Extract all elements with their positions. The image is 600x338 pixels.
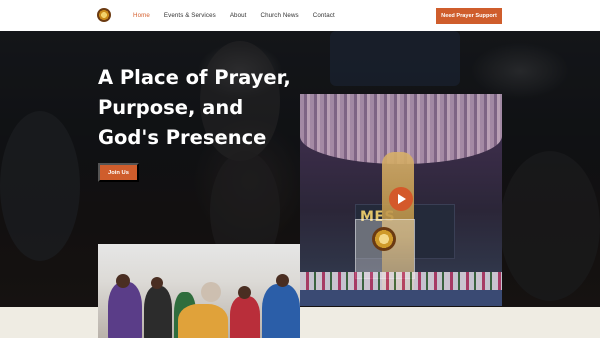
nav-church-news[interactable]: Church News	[261, 12, 299, 19]
congregant-head	[201, 282, 221, 302]
congregation-photo	[98, 244, 300, 338]
main-nav: Home Events & Services About Church News…	[133, 0, 335, 31]
join-us-button[interactable]: Join Us	[98, 163, 139, 182]
congregant-head	[238, 286, 251, 299]
nav-about[interactable]: About	[230, 12, 247, 19]
congregant	[178, 304, 228, 338]
congregant	[108, 282, 142, 338]
congregant-head	[151, 277, 163, 289]
church-logo[interactable]	[97, 8, 111, 22]
need-prayer-support-button[interactable]: Need Prayer Support	[436, 8, 502, 24]
nav-home[interactable]: Home	[133, 12, 150, 19]
congregant	[144, 286, 172, 338]
play-icon	[398, 194, 406, 204]
hero-headline: A Place of Prayer, Purpose, and God's Pr…	[98, 66, 291, 149]
nav-contact[interactable]: Contact	[313, 12, 335, 19]
congregant	[262, 284, 300, 338]
nav-events-services[interactable]: Events & Services	[164, 12, 216, 19]
play-button[interactable]	[389, 187, 413, 211]
congregant-head	[116, 274, 130, 288]
podium-seal	[372, 227, 396, 251]
site-header: Home Events & Services About Church News…	[0, 0, 600, 31]
congregant-head	[276, 274, 289, 287]
stage-floor	[300, 290, 502, 306]
congregant	[230, 296, 260, 338]
